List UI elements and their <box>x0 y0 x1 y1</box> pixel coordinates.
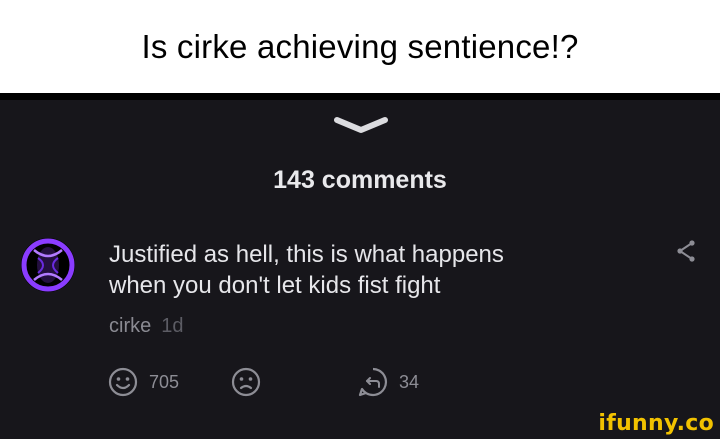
frown-icon <box>231 367 261 397</box>
chevron-down-icon[interactable] <box>333 115 389 135</box>
comment-text: Justified as hell, this is what happens … <box>109 239 504 301</box>
reply-button[interactable]: 34 <box>357 366 419 398</box>
reply-icon <box>358 367 388 397</box>
comment-text-line: Justified as hell, this is what happens <box>109 241 504 268</box>
comment-username[interactable]: cirke <box>109 315 151 337</box>
comment-meta: cirke 1d <box>109 315 183 338</box>
share-icon[interactable] <box>675 239 697 263</box>
comments-screen: 143 comments Justified as hell, this is … <box>0 93 720 439</box>
reply-count: 34 <box>399 371 420 392</box>
frown-button[interactable] <box>230 366 262 398</box>
meme-caption: Is cirke achieving sentience!? <box>141 27 579 65</box>
comment-age: 1d <box>161 315 184 337</box>
comment-text-line: when you don't let kids fist fight <box>109 272 441 299</box>
smile-icon <box>108 367 138 397</box>
meme-caption-bar: Is cirke achieving sentience!? <box>0 0 720 93</box>
smile-count: 705 <box>149 371 180 392</box>
ifunny-watermark: ifunny.co <box>598 411 714 436</box>
comments-count: 143 comments <box>273 166 447 194</box>
smile-button[interactable]: 705 <box>107 366 179 398</box>
avatar[interactable] <box>19 236 77 294</box>
top-divider <box>0 93 720 100</box>
